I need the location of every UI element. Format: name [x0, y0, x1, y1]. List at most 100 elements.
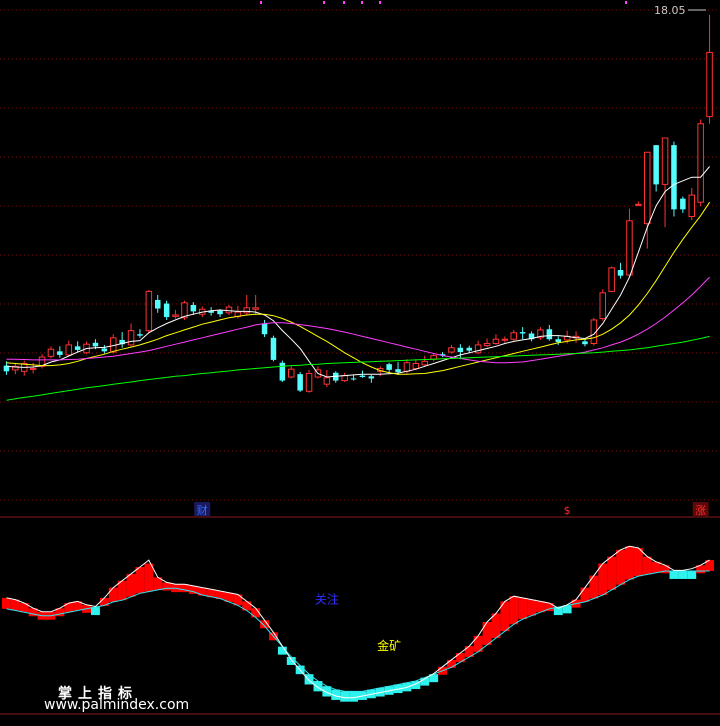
indicator-annotations: 关注金矿: [315, 592, 401, 653]
indicator-bar-up: [2, 597, 11, 609]
candle-body-down: [395, 369, 401, 373]
candle-body-up: [599, 292, 607, 320]
indicator-bar-up: [616, 549, 625, 585]
candle-body-down: [671, 145, 677, 210]
top-dot: [343, 1, 345, 4]
top-dot-markers: [260, 1, 627, 4]
indicator-annotation: 金矿: [377, 638, 401, 653]
price-readout-text: 18.05: [654, 4, 686, 17]
candle-body-up: [501, 338, 509, 341]
indicator-bar-up: [447, 659, 456, 668]
indicator-bar-up: [482, 622, 492, 645]
candle-body-up: [510, 332, 518, 340]
top-dot: [260, 1, 262, 4]
candle-body-up: [287, 368, 295, 378]
indicator-bars: [2, 546, 714, 702]
price-readout: 18.05: [654, 4, 706, 17]
candle-body-up: [47, 348, 55, 357]
indicator-bar-up: [589, 575, 599, 599]
candle-body-down: [555, 339, 562, 343]
top-dot: [379, 1, 381, 4]
candle-body-down: [359, 375, 366, 378]
candle-body-down: [92, 342, 99, 347]
price-grid: [0, 9, 720, 518]
candle-body-up: [706, 51, 713, 118]
candle-body-down: [653, 145, 659, 185]
candle-body-up: [145, 290, 153, 332]
candle-body-up: [225, 306, 233, 314]
candle-body-down: [57, 351, 63, 355]
indicator-bar-up: [633, 548, 643, 577]
indicator-bar-up: [607, 556, 617, 590]
candle-body-up: [643, 151, 651, 225]
top-dot: [361, 1, 363, 4]
indicator-bar-down: [678, 570, 688, 579]
ma-line-ma5: [6, 166, 710, 378]
stock-chart: 18.05 财 $ 涨 关注金矿: [0, 1, 720, 715]
indicator-annotation: 关注: [315, 592, 339, 607]
candle-body-up: [492, 338, 500, 344]
indicator-bar-down: [562, 605, 572, 614]
indicator-bar-up: [135, 566, 145, 594]
indicator-bar-up: [580, 587, 590, 602]
candle-body-down: [297, 374, 303, 391]
candle-body-down: [217, 310, 223, 315]
candle-body-down: [190, 304, 197, 312]
candle-body-up: [243, 307, 251, 314]
candle-body-down: [261, 323, 268, 335]
indicator-bar-up: [527, 599, 536, 616]
candle-body-down: [368, 376, 375, 379]
indicator-bar-up: [642, 556, 652, 575]
candle-body-down: [163, 303, 170, 318]
candle-body-up: [635, 203, 642, 206]
signal-markers: 财 $ 涨: [194, 502, 709, 517]
top-dot: [625, 1, 627, 4]
candle-body-up: [127, 330, 135, 346]
price-candles: [3, 14, 713, 393]
candle-body-down: [546, 329, 553, 340]
indicator-bar-up: [625, 546, 634, 580]
indicator-bar-down: [349, 691, 358, 702]
candle-body-down: [582, 341, 588, 345]
candle-body-down: [154, 299, 161, 309]
candle-body-down: [457, 347, 464, 353]
marker-label: 财: [197, 503, 208, 517]
top-dot: [323, 1, 325, 4]
candle-body-down: [466, 347, 473, 351]
moving-average-lines: [6, 166, 711, 401]
indicator-bar-down: [687, 570, 697, 579]
indicator-bar-up: [144, 563, 154, 592]
candle-body-down: [386, 364, 392, 370]
candle-body-up: [626, 220, 633, 276]
candle-body-up: [448, 347, 455, 353]
candle-body-down: [680, 198, 686, 210]
candle-body-up: [608, 267, 615, 292]
candle-body-up: [697, 123, 704, 203]
indicator-bar-up: [197, 587, 207, 596]
marker-label: $: [564, 504, 571, 517]
candle-body-down: [74, 346, 81, 350]
candle-body-up: [688, 194, 696, 217]
candle-body-down: [519, 332, 526, 334]
brand-site: www.palmindex.com: [44, 697, 190, 713]
candle-body-down: [350, 378, 357, 380]
candle-body-up: [172, 314, 179, 317]
indicator-bar-down: [340, 691, 350, 702]
marker-label: 涨: [695, 504, 706, 517]
indicator-bar-down: [669, 570, 679, 579]
candle-body-up: [65, 344, 73, 356]
candle-body-up: [341, 375, 348, 382]
candle-body-up: [412, 362, 420, 369]
candle-body-up: [252, 307, 259, 310]
candle-body-down: [137, 334, 143, 336]
indicator-bar-down: [91, 607, 100, 616]
indicator-bar-up: [126, 573, 136, 597]
candle-body-up: [421, 360, 429, 366]
candle-body-down: [270, 337, 277, 360]
candle-body-up: [323, 377, 331, 385]
indicator-bar-up: [518, 597, 528, 620]
candle-body-down: [617, 270, 624, 276]
candle-body-down: [101, 348, 108, 352]
indicator-bar-up: [108, 587, 118, 602]
indicator-bar-up: [509, 596, 519, 625]
